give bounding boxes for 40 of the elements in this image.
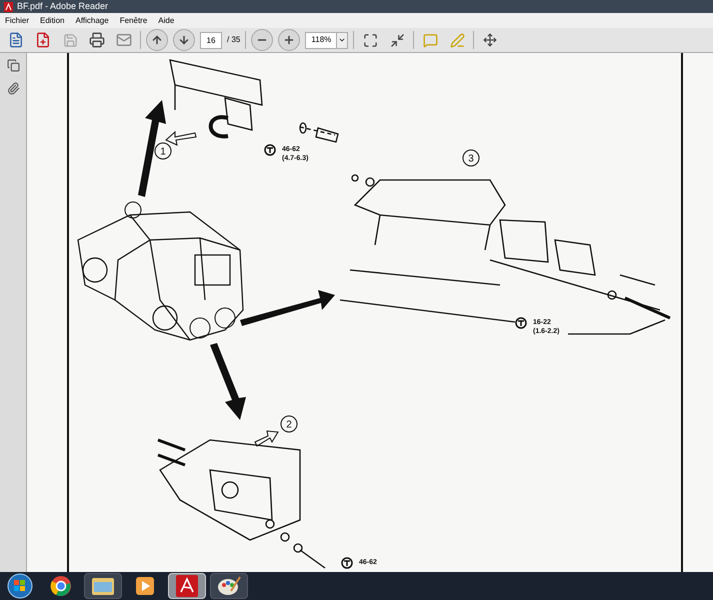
callout-number: 2 bbox=[280, 416, 298, 432]
callout-number: 1 bbox=[154, 142, 172, 160]
callout-number: 3 bbox=[462, 150, 480, 166]
pdf-app-icon bbox=[4, 2, 13, 12]
detail-circle bbox=[214, 308, 236, 328]
browser-icon bbox=[50, 575, 72, 597]
taskbar-button[interactable] bbox=[210, 573, 248, 599]
zoom-field[interactable]: 118% bbox=[305, 32, 348, 48]
arrow-down-icon bbox=[178, 34, 190, 46]
menu-item[interactable]: Fenêtre bbox=[120, 16, 148, 24]
folder-icon bbox=[91, 576, 115, 596]
menu-item[interactable]: Aide bbox=[158, 16, 174, 24]
menu-item[interactable]: Fichier bbox=[5, 16, 30, 24]
palette-icon bbox=[217, 575, 241, 597]
menu-item[interactable]: Affichage bbox=[75, 16, 109, 24]
media-player-icon bbox=[135, 576, 155, 596]
menu-item[interactable]: Edition bbox=[40, 16, 64, 24]
start-orb-icon bbox=[7, 573, 33, 599]
arrow-icon bbox=[210, 343, 246, 420]
page-total: / 35 bbox=[227, 34, 240, 46]
torque-wrench-icon bbox=[341, 557, 353, 569]
plus-icon bbox=[283, 34, 296, 46]
arrow-icon bbox=[240, 290, 335, 326]
detail-circle bbox=[190, 318, 210, 338]
page-number-field[interactable]: 16 bbox=[200, 32, 222, 48]
arrow-icon bbox=[254, 430, 279, 447]
zoom-out-button[interactable] bbox=[251, 29, 274, 51]
previous-page-button[interactable] bbox=[146, 29, 168, 51]
torque-wrench-icon bbox=[515, 317, 527, 329]
window-title: BF.pdf - Adobe Reader bbox=[17, 2, 108, 11]
caret-icon bbox=[338, 36, 346, 44]
torque-wrench-icon bbox=[264, 144, 276, 156]
arrow-up-icon bbox=[151, 34, 163, 46]
zoom-in-button[interactable] bbox=[278, 29, 300, 51]
pdf-reader-icon bbox=[176, 575, 198, 597]
taskbar-button[interactable] bbox=[84, 573, 122, 599]
attachment-icon[interactable] bbox=[6, 82, 20, 95]
detail-circle bbox=[124, 202, 142, 218]
next-page-button[interactable] bbox=[173, 29, 195, 51]
pages-icon[interactable] bbox=[6, 59, 20, 72]
